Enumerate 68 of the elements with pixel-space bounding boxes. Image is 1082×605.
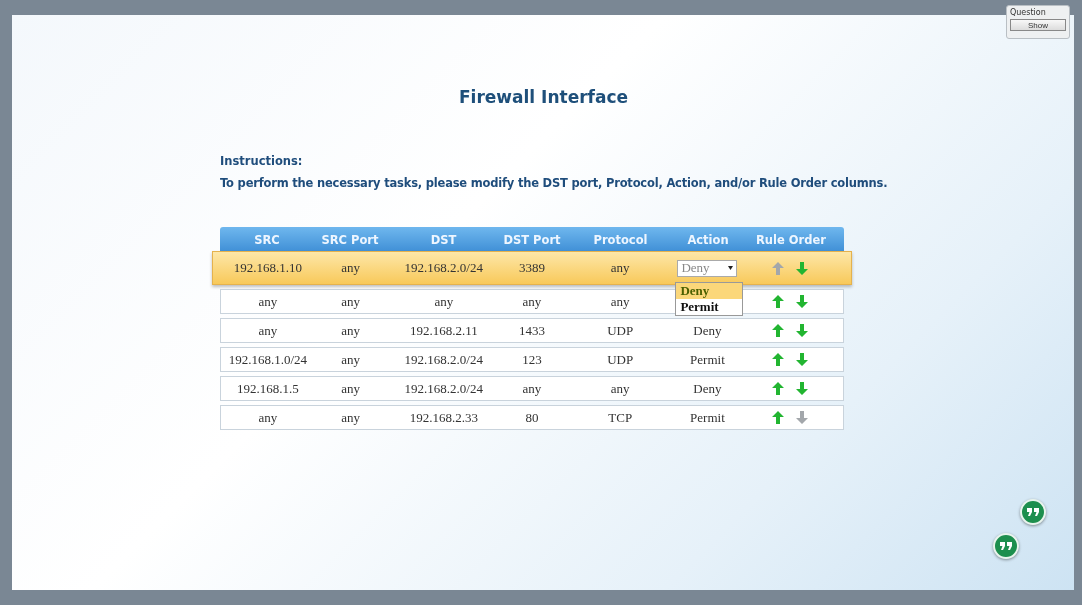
column-header: Rule Order bbox=[755, 232, 827, 247]
table-cell-text: any bbox=[340, 321, 361, 340]
down-arrow-icon[interactable] bbox=[796, 261, 809, 275]
table-cell-text: 80 bbox=[524, 408, 540, 427]
table-cell: Deny bbox=[693, 322, 722, 339]
table-cell-text: any bbox=[340, 292, 361, 311]
up-arrow-icon[interactable] bbox=[772, 411, 785, 424]
table-cell-text: any bbox=[609, 292, 631, 311]
table-cell-text: TCP bbox=[607, 408, 634, 427]
column-header: Protocol bbox=[592, 232, 649, 247]
table-cell-text: any bbox=[433, 292, 455, 311]
table-cell-text: any bbox=[340, 408, 361, 427]
table-cell-text: any bbox=[257, 408, 279, 427]
window-title: Firewall Interface bbox=[459, 87, 630, 107]
up-arrow-icon[interactable] bbox=[772, 324, 785, 337]
table-cell-text: 192.168.2.11 bbox=[408, 321, 479, 340]
table-cell-text: 1433 bbox=[518, 321, 546, 340]
table-cell: Permit bbox=[690, 351, 725, 368]
table-cell: Deny bbox=[693, 380, 722, 397]
column-header: SRC Port bbox=[320, 232, 380, 247]
table-cell-text: 192.168.2.0/24 bbox=[403, 350, 484, 369]
instructions-text: To perform the necessary tasks, please modify the DST port, Protocol, Action, and/or Rule Order columns. bbox=[220, 176, 889, 190]
column-header: DST bbox=[429, 232, 458, 247]
down-arrow-icon[interactable] bbox=[796, 324, 809, 337]
table-cell-text: any bbox=[340, 350, 361, 369]
down-arrow-icon[interactable] bbox=[796, 295, 809, 308]
table-cell-text: any bbox=[609, 379, 631, 398]
column-header: Action bbox=[686, 232, 730, 247]
show-button[interactable]: Show bbox=[1010, 19, 1066, 31]
caret-icon bbox=[728, 266, 734, 270]
up-arrow-icon[interactable] bbox=[772, 382, 785, 395]
table-cell-text: 192.168.1.10 bbox=[232, 259, 303, 277]
table-cell-text: any bbox=[609, 259, 631, 277]
comment-button[interactable] bbox=[993, 533, 1019, 559]
table-row[interactable]: any any 192.168.2.33 80 TCP Permit bbox=[220, 405, 844, 430]
comment-button[interactable] bbox=[1020, 499, 1046, 525]
column-header: DST Port bbox=[502, 232, 562, 247]
table-row[interactable]: any any 192.168.2.11 1433 UDP Deny bbox=[220, 318, 844, 343]
quote-icon bbox=[1027, 508, 1039, 516]
table-cell-text: 123 bbox=[521, 350, 543, 369]
table-cell-text: 192.168.2.0/24 bbox=[403, 379, 484, 398]
up-arrow-icon[interactable] bbox=[772, 295, 785, 308]
table-cell-text: any bbox=[340, 379, 361, 398]
table-cell-text: any bbox=[340, 259, 361, 277]
dropdown-option[interactable]: Permit bbox=[676, 299, 743, 315]
table-cell-text: 192.168.2.0/24 bbox=[403, 259, 484, 277]
table-cell-text: UDP bbox=[606, 321, 635, 340]
table-cell-text: 192.168.1.0/24 bbox=[227, 350, 309, 369]
table-cell-text: 192.168.1.5 bbox=[235, 379, 300, 398]
table-cell: Permit bbox=[690, 409, 725, 426]
table-row[interactable]: 192.168.1.0/24 any 192.168.2.0/24 123 UDP Permit bbox=[220, 347, 844, 372]
table-cell-text: 192.168.2.33 bbox=[408, 408, 479, 427]
column-header: SRC bbox=[253, 232, 281, 247]
table-cell-text: any bbox=[521, 292, 543, 311]
down-arrow-icon[interactable] bbox=[796, 382, 809, 395]
up-arrow-icon[interactable] bbox=[772, 353, 785, 366]
table-cell-text: any bbox=[257, 292, 279, 311]
action-dropdown[interactable]: Deny bbox=[677, 259, 738, 277]
dropdown-option[interactable]: Deny bbox=[676, 283, 743, 299]
instructions-heading: Instructions: bbox=[220, 154, 304, 168]
table-row[interactable]: 192.168.1.5 any 192.168.2.0/24 any any Deny bbox=[220, 376, 844, 401]
quote-icon bbox=[1000, 542, 1012, 550]
table-cell-text: any bbox=[521, 379, 543, 398]
table-cell-text: any bbox=[257, 321, 279, 340]
table-cell-text: 3389 bbox=[517, 259, 546, 277]
down-arrow-icon[interactable] bbox=[796, 353, 809, 366]
table-cell-text: UDP bbox=[606, 350, 635, 369]
question-label: Question bbox=[1010, 8, 1046, 17]
